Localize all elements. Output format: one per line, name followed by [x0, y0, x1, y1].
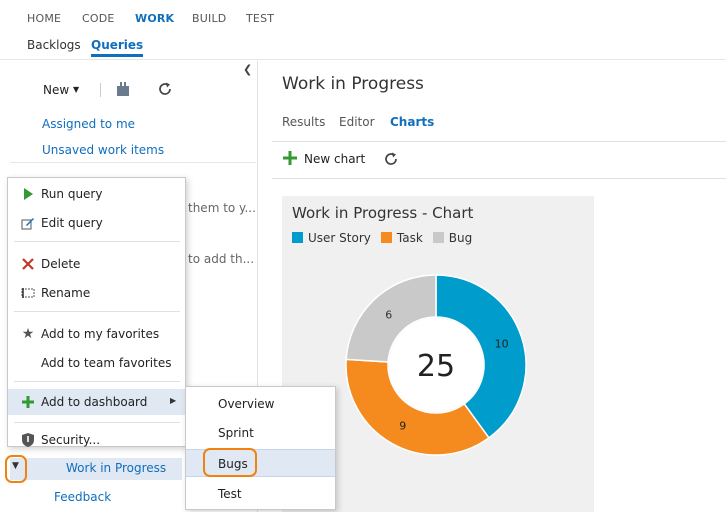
current-query-label: Work in Progress: [66, 461, 167, 475]
collapse-pane-icon[interactable]: ❮: [243, 63, 252, 76]
divider: [10, 162, 256, 163]
menu-run-query[interactable]: Run query: [8, 181, 185, 207]
save-folder-icon[interactable]: [116, 81, 130, 100]
menu-security[interactable]: Security...: [8, 430, 185, 450]
tab-divider: [272, 141, 726, 142]
tab-editor[interactable]: Editor: [339, 115, 375, 129]
highlight-ring: [5, 455, 27, 483]
chart-total: 25: [417, 349, 455, 384]
edit-icon: [20, 215, 36, 231]
subnav-backlogs[interactable]: Backlogs: [27, 38, 81, 52]
submenu-arrow-icon: ▶: [170, 396, 177, 405]
toolbar-divider: [272, 178, 726, 179]
subnav-queries[interactable]: Queries: [91, 38, 144, 57]
nav-test[interactable]: TEST: [246, 12, 274, 25]
nav-build[interactable]: BUILD: [192, 12, 226, 25]
menu-add-to-dashboard[interactable]: Add to dashboard ▶: [8, 389, 185, 415]
feedback-link[interactable]: Feedback: [54, 490, 111, 504]
nav-home[interactable]: HOME: [27, 12, 61, 25]
page-title: Work in Progress: [282, 74, 424, 94]
faint-text: them to y...: [188, 201, 256, 215]
refresh-icon[interactable]: [157, 81, 173, 100]
highlight-ring: [203, 448, 257, 477]
add-icon: [20, 394, 36, 410]
menu-rename[interactable]: Rename: [8, 280, 185, 306]
menu-add-my-favorites[interactable]: ★ Add to my favorites: [8, 321, 185, 347]
new-query-button[interactable]: New ▼: [43, 83, 79, 97]
divider: [14, 381, 180, 382]
submenu-sprint[interactable]: Sprint: [186, 419, 335, 447]
slice-value-label: 6: [385, 309, 392, 322]
divider: [14, 311, 180, 312]
star-icon: ★: [21, 326, 35, 342]
submenu-test[interactable]: Test: [186, 480, 335, 508]
menu-delete[interactable]: Delete: [8, 251, 185, 277]
top-navigation: HOME CODE WORK BUILD TEST Backlogs Queri…: [0, 0, 726, 60]
chevron-down-icon: ▼: [73, 85, 80, 94]
link-assigned-to-me[interactable]: Assigned to me: [42, 117, 135, 131]
selected-query-row[interactable]: Work in Progress: [10, 458, 182, 480]
play-icon: [20, 186, 36, 202]
menu-add-team-favorites[interactable]: Add to team favorites: [8, 350, 185, 376]
new-label: New: [43, 83, 70, 97]
submenu-overview[interactable]: Overview: [186, 390, 335, 418]
slice-value-label: 9: [399, 419, 406, 432]
new-chart-button[interactable]: New chart: [304, 152, 365, 166]
nav-code[interactable]: CODE: [82, 12, 115, 25]
tab-results[interactable]: Results: [282, 115, 325, 129]
add-icon: [283, 151, 297, 168]
tab-charts[interactable]: Charts: [390, 115, 434, 129]
nav-work[interactable]: WORK: [135, 12, 174, 25]
toolbar-divider: [100, 83, 101, 97]
query-context-menu: Run query Edit query Delete Rename ★ Add…: [7, 177, 186, 447]
menu-edit-query[interactable]: Edit query: [8, 210, 185, 236]
delete-icon: [20, 256, 36, 272]
refresh-charts-icon[interactable]: [383, 151, 399, 170]
divider: [14, 241, 180, 242]
rename-icon: [20, 285, 36, 301]
faint-text: to add th...: [188, 252, 255, 266]
link-unsaved-work-items[interactable]: Unsaved work items: [42, 143, 164, 157]
shield-icon: [20, 432, 36, 448]
divider: [14, 422, 180, 423]
slice-value-label: 10: [495, 338, 509, 351]
